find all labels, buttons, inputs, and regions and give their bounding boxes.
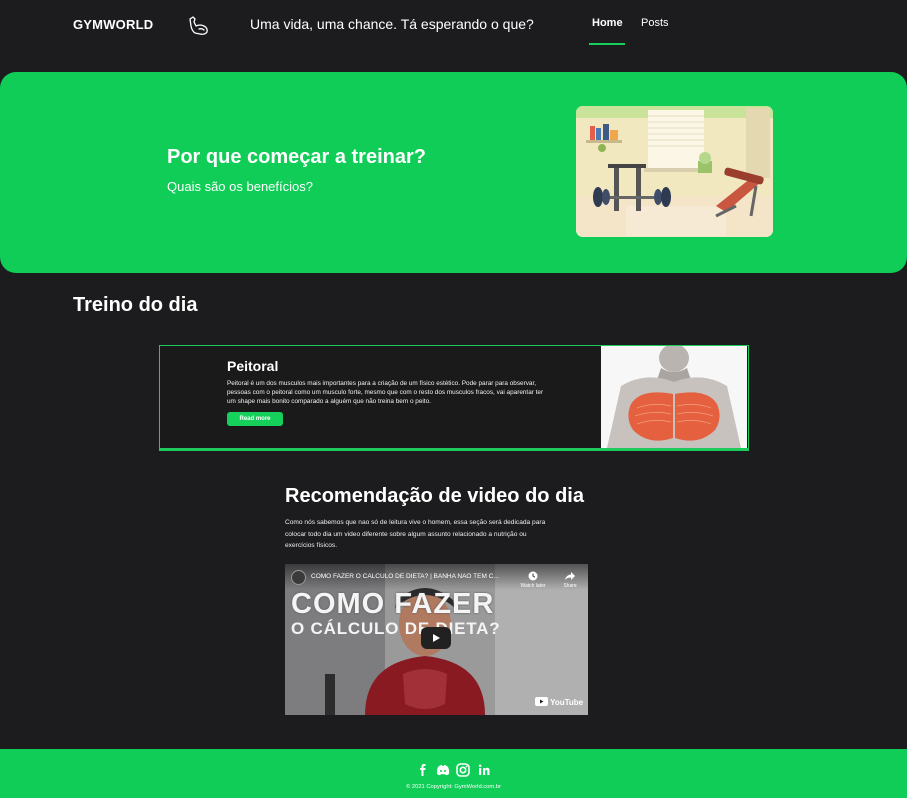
share-icon [565, 572, 575, 580]
nav-home-link[interactable]: Home [592, 17, 623, 29]
linkedin-icon[interactable] [477, 763, 491, 777]
thumbnail-headline-2: O CÁLCULO DE DIETA? [291, 619, 501, 638]
youtube-logo[interactable]: YouTube [535, 697, 583, 707]
youtube-label: YouTube [550, 698, 584, 707]
watch-later-label: Watch later [520, 583, 546, 589]
video-title[interactable]: COMO FAZER O CÁLCULO DE DIETA? | BANHA N… [311, 573, 516, 580]
hero-title: Por que começar a treinar? [167, 146, 426, 168]
navbar: GYMWORLD Uma vida, uma chance. Tá espera… [0, 0, 907, 50]
active-nav-indicator [589, 43, 625, 45]
watch-later-button[interactable]: Watch later [518, 571, 548, 589]
flexed-arm-icon [189, 16, 208, 35]
video-description: Como nós sabemos que nao só de leitura v… [285, 519, 546, 549]
chest-muscle-image [601, 346, 747, 448]
copyright-text: © 2021 Copyright: GymWorld.com.br [405, 784, 501, 790]
thumbnail-headline-1: COMO FAZER [291, 588, 495, 620]
read-more-button[interactable]: Read more [227, 412, 283, 426]
play-icon [433, 634, 440, 642]
home-gym-illustration [576, 106, 773, 237]
youtube-icon [535, 697, 548, 706]
channel-avatar[interactable] [291, 570, 306, 585]
clock-icon [528, 571, 538, 581]
footer: © 2021 Copyright: GymWorld.com.br [0, 749, 907, 798]
video-section-title: Recomendação de video do dia [285, 485, 584, 507]
tagline: Uma vida, uma chance. Tá esperando o que… [250, 16, 534, 32]
card-text: Peitoral é um dos musculos mais importan… [227, 380, 544, 405]
share-label: Share [563, 583, 577, 589]
instagram-icon[interactable] [456, 763, 470, 777]
share-button[interactable]: Share [557, 571, 583, 589]
treino-section-title: Treino do dia [73, 294, 198, 316]
facebook-icon[interactable] [416, 763, 430, 777]
nav-posts-link[interactable]: Posts [641, 17, 669, 29]
play-button[interactable] [421, 627, 451, 649]
hero-subtitle: Quais são os benefícios? [167, 179, 313, 194]
workout-card: Peitoral Peitoral é um dos musculos mais… [159, 345, 749, 451]
discord-icon[interactable] [436, 763, 450, 777]
brand-logo[interactable]: GYMWORLD [73, 17, 153, 32]
youtube-embed[interactable]: COMO FAZER O CÁLCULO DE DIETA? | BANHA N… [285, 564, 588, 715]
hero-banner: Por que começar a treinar? Quais são os … [0, 72, 907, 273]
card-title: Peitoral [227, 358, 279, 374]
